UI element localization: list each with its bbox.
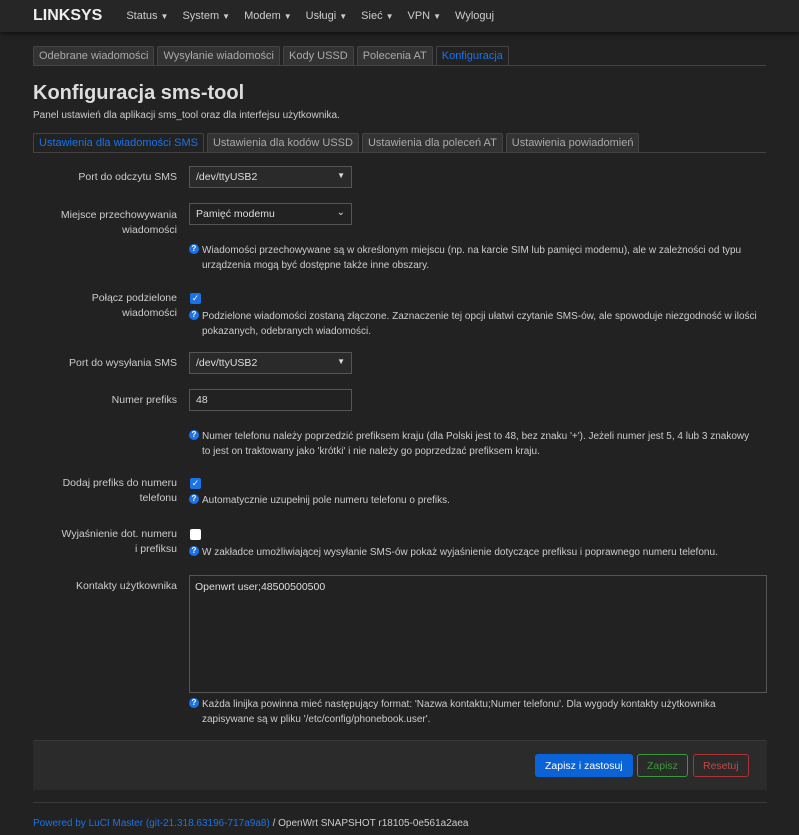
select-value: Pamięć modemu bbox=[196, 208, 275, 220]
contacts-help: ? Każda linijka powinna mieć następujący … bbox=[189, 697, 759, 727]
read-port-select[interactable]: /dev/ttyUSB2 ▼ bbox=[189, 166, 352, 188]
help-icon: ? bbox=[189, 310, 199, 320]
help-text: Podzielone wiadomości zostaną złączone. … bbox=[202, 311, 757, 337]
help-icon: ? bbox=[189, 244, 199, 254]
menu-label: System bbox=[182, 10, 220, 22]
top-navbar: LINKSYS Status ▼ System ▼ Modem ▼ Usługi ▼ S… bbox=[0, 0, 799, 32]
menu-modem[interactable]: Modem ▼ bbox=[244, 10, 292, 22]
help-icon: ? bbox=[189, 698, 199, 708]
caret-down-icon: ▼ bbox=[160, 12, 169, 21]
contacts-label: Kontakty użytkownika bbox=[76, 580, 177, 592]
menu-label: Sieć bbox=[361, 10, 383, 22]
tab-ussd[interactable]: Kody USSD bbox=[283, 46, 354, 65]
prefix-label: Numer prefiks bbox=[111, 394, 177, 406]
main-tabs: Odebrane wiadomości Wysyłanie wiadomości… bbox=[33, 46, 766, 66]
actions-panel: Zapisz i zastosuj Zapisz Resetuj bbox=[33, 740, 767, 790]
caret-down-icon: ▼ bbox=[337, 171, 345, 180]
menu-label: VPN bbox=[407, 10, 431, 22]
page-title: Konfiguracja sms-tool bbox=[33, 82, 245, 104]
tab-send[interactable]: Wysyłanie wiadomości bbox=[157, 46, 281, 65]
send-port-label: Port do wysyłania SMS bbox=[69, 357, 177, 369]
menu-label: Status bbox=[126, 10, 158, 22]
page-subtitle: Panel ustawień dla aplikacji sms_tool or… bbox=[33, 110, 340, 121]
help-text: W zakładce umożliwiającej wysyłanie SMS-… bbox=[202, 547, 718, 558]
tab-config[interactable]: Konfiguracja bbox=[435, 46, 509, 65]
footer-version: / OpenWrt SNAPSHOT r18105-0e561a2aea bbox=[269, 818, 469, 829]
save-apply-button[interactable]: Zapisz i zastosuj bbox=[535, 754, 633, 777]
add-prefix-label: Dodaj prefiks do numeru telefonu bbox=[62, 477, 177, 504]
add-prefix-help: ? Automatycznie uzupełnij pole numeru tel… bbox=[189, 493, 759, 508]
caret-down-icon: ▼ bbox=[433, 12, 442, 21]
select-value: /dev/ttyUSB2 bbox=[196, 171, 258, 183]
subtab-ussd[interactable]: Ustawienia dla kodów USSD bbox=[206, 133, 359, 152]
reset-button[interactable]: Resetuj bbox=[693, 754, 749, 777]
help-text: Wiadomości przechowywane są w określonym… bbox=[202, 245, 742, 271]
prefix-input[interactable]: 48 bbox=[189, 389, 352, 411]
merge-help: ? Podzielone wiadomości zostaną złączone.… bbox=[189, 309, 759, 339]
tab-received[interactable]: Odebrane wiadomości bbox=[33, 46, 155, 65]
menu-label: Usługi bbox=[305, 10, 337, 22]
menu-logout[interactable]: Wyloguj bbox=[455, 10, 494, 22]
contacts-textarea[interactable]: Openwrt user;48500500500 bbox=[189, 575, 767, 693]
caret-down-icon: ▼ bbox=[222, 12, 231, 21]
subtab-sms[interactable]: Ustawienia dla wiadomości SMS bbox=[33, 133, 204, 152]
read-port-label: Port do odczytu SMS bbox=[78, 171, 177, 183]
storage-help: ? Wiadomości przechowywane są w określony… bbox=[189, 243, 759, 273]
caret-down-icon: ▼ bbox=[283, 12, 292, 21]
menu-network[interactable]: Sieć ▼ bbox=[361, 10, 393, 22]
explain-checkbox[interactable] bbox=[190, 529, 201, 540]
help-icon: ? bbox=[189, 546, 199, 556]
merge-label: Połącz podzielone wiadomości bbox=[91, 292, 177, 319]
caret-down-icon: ▼ bbox=[337, 357, 345, 366]
help-text: Automatycznie uzupełnij pole numeru tele… bbox=[202, 495, 450, 506]
brand-logo[interactable]: LINKSYS bbox=[33, 7, 102, 25]
explain-help: ? W zakładce umożliwiającej wysyłanie SMS… bbox=[189, 545, 759, 560]
menu-label: Modem bbox=[244, 10, 281, 22]
footer: Powered by LuCI Master (git-21.318.63196… bbox=[33, 818, 468, 829]
storage-select[interactable]: Pamięć modemu ⌄ bbox=[189, 203, 352, 225]
menu-status[interactable]: Status ▼ bbox=[126, 10, 168, 22]
add-prefix-checkbox[interactable]: ✓ bbox=[190, 478, 201, 489]
tab-at[interactable]: Polecenia AT bbox=[356, 46, 433, 65]
menu-services[interactable]: Usługi ▼ bbox=[306, 10, 348, 22]
prefix-help: ? Numer telefonu należy poprzedzić prefik… bbox=[189, 429, 759, 459]
menu-vpn[interactable]: VPN ▼ bbox=[408, 10, 442, 22]
select-value: /dev/ttyUSB2 bbox=[196, 357, 258, 369]
menu-system[interactable]: System ▼ bbox=[182, 10, 230, 22]
merge-checkbox[interactable]: ✓ bbox=[190, 293, 201, 304]
footer-divider bbox=[33, 802, 767, 803]
section-tabs: Ustawienia dla wiadomości SMS Ustawienia… bbox=[33, 133, 766, 153]
luci-link[interactable]: Powered by LuCI Master (git-21.318.63196… bbox=[33, 818, 270, 829]
subtab-at[interactable]: Ustawienia dla poleceń AT bbox=[361, 133, 503, 152]
explain-label: Wyjaśnienie dot. numeru i prefiksu bbox=[61, 528, 177, 555]
chevron-down-icon: ⌄ bbox=[336, 207, 345, 218]
save-button[interactable]: Zapisz bbox=[637, 754, 688, 777]
subtab-notifications[interactable]: Ustawienia powiadomień bbox=[505, 133, 640, 152]
send-port-select[interactable]: /dev/ttyUSB2 ▼ bbox=[189, 352, 352, 374]
help-icon: ? bbox=[189, 430, 199, 440]
help-icon: ? bbox=[189, 494, 199, 504]
caret-down-icon: ▼ bbox=[339, 12, 348, 21]
caret-down-icon: ▼ bbox=[385, 12, 394, 21]
help-text: Każda linijka powinna mieć następujący f… bbox=[202, 699, 716, 725]
storage-label: Miejsce przechowywania wiadomości bbox=[60, 209, 177, 236]
help-text: Numer telefonu należy poprzedzić prefiks… bbox=[202, 431, 750, 457]
